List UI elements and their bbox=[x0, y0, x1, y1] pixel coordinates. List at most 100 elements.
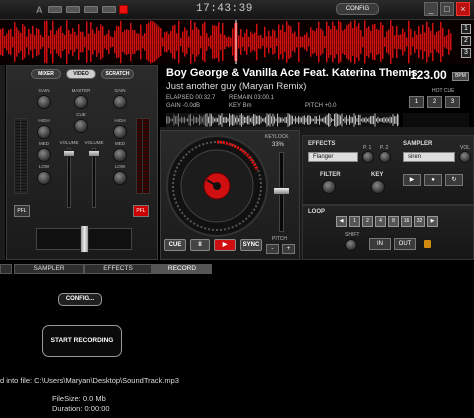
low-knob-right[interactable] bbox=[113, 171, 127, 185]
filter-label: FILTER bbox=[320, 172, 341, 178]
low-knob-left[interactable] bbox=[37, 171, 51, 185]
record-indicator[interactable] bbox=[119, 5, 128, 14]
tab-video[interactable]: VIDEO bbox=[66, 69, 96, 79]
loop-out-button[interactable]: OUT bbox=[394, 238, 416, 250]
effect-p1-knob[interactable] bbox=[362, 151, 374, 163]
cue-mix-knob[interactable] bbox=[74, 119, 88, 133]
record-config-button[interactable]: CONFIG... bbox=[58, 293, 102, 306]
pitch-label: PITCH bbox=[272, 236, 287, 242]
tab-scratch[interactable]: SCRATCH bbox=[101, 69, 134, 79]
loop-panel bbox=[302, 205, 474, 260]
jog-wheel-graphic bbox=[166, 135, 268, 237]
pfl-right-button[interactable]: PFL bbox=[133, 205, 149, 217]
record-duration: Duration: 0:00:00 bbox=[52, 404, 110, 413]
high-knob-left[interactable] bbox=[37, 125, 51, 139]
pause-button[interactable]: II bbox=[190, 239, 210, 251]
effect-select[interactable]: Flanger bbox=[308, 152, 358, 162]
sampler-label: SAMPLER bbox=[403, 141, 433, 147]
zoom-2-button[interactable]: 2 bbox=[461, 36, 471, 46]
hot-cue-2-button[interactable]: 2 bbox=[427, 96, 442, 108]
sampler-vol-knob[interactable] bbox=[459, 151, 471, 163]
hot-cue-1-button[interactable]: 1 bbox=[409, 96, 424, 108]
key-knob[interactable] bbox=[371, 180, 385, 194]
loop-32-button[interactable]: 32 bbox=[414, 216, 425, 227]
sampler-select[interactable]: siren bbox=[403, 152, 455, 162]
crossfader[interactable] bbox=[80, 225, 89, 253]
sampler-loop-button[interactable]: ↻ bbox=[445, 174, 463, 186]
tab-record[interactable]: RECORD bbox=[152, 264, 212, 274]
tab-sampler[interactable]: SAMPLER bbox=[14, 264, 84, 274]
start-recording-button[interactable]: START RECORDING bbox=[42, 325, 122, 357]
pitch-minus-button[interactable]: - bbox=[266, 244, 279, 254]
low-label-left: LOW bbox=[38, 164, 50, 169]
lock-icon[interactable] bbox=[424, 240, 431, 248]
tab-effects[interactable]: EFFECTS bbox=[84, 264, 152, 274]
key-readout: KEY Bm bbox=[229, 103, 252, 109]
sampler-play-button[interactable]: ▶ bbox=[403, 174, 421, 186]
master-label: MASTER bbox=[71, 88, 91, 93]
clock: 17:43:39 bbox=[196, 3, 253, 15]
deck-b-bar-1[interactable] bbox=[84, 6, 98, 13]
loop-4-button[interactable]: 4 bbox=[375, 216, 386, 227]
key-label: KEY bbox=[371, 172, 384, 178]
pfl-left-button[interactable]: PFL bbox=[14, 205, 30, 217]
gain-readout: GAIN -0.0dB bbox=[166, 103, 201, 109]
keylock-value: 33% bbox=[272, 142, 285, 148]
cue-button[interactable]: CUE bbox=[164, 239, 186, 251]
volume-label-left: VOLUME bbox=[59, 140, 79, 145]
gain-knob-left[interactable] bbox=[37, 95, 51, 109]
track-subtitle: Just another guy (Maryan Remix) bbox=[166, 81, 307, 92]
volume-fader-track-right bbox=[92, 148, 96, 208]
filter-knob[interactable] bbox=[322, 180, 336, 194]
high-knob-right[interactable] bbox=[113, 125, 127, 139]
jog-wheel[interactable] bbox=[165, 134, 269, 238]
master-knob[interactable] bbox=[74, 95, 88, 109]
zoom-1-button[interactable]: 1 bbox=[461, 24, 471, 34]
hot-cue-3-button[interactable]: 3 bbox=[445, 96, 460, 108]
volume-fader-left[interactable] bbox=[63, 150, 75, 157]
zoom-3-button[interactable]: 3 bbox=[461, 48, 471, 58]
minimize-button[interactable]: _ bbox=[424, 2, 438, 16]
loop-shift-knob[interactable] bbox=[345, 239, 357, 251]
deck-a-bar-1[interactable] bbox=[48, 6, 62, 13]
pitch-plus-button[interactable]: + bbox=[282, 244, 295, 254]
volume-fader-right[interactable] bbox=[88, 150, 100, 157]
med-knob-right[interactable] bbox=[113, 148, 127, 162]
sampler-record-button[interactable]: ● bbox=[424, 174, 442, 186]
waveform-graphic bbox=[0, 20, 452, 64]
shift-label: SHIFT bbox=[345, 232, 360, 238]
keylock-label: KEYLOCK bbox=[265, 134, 289, 140]
effect-select-value: Flanger bbox=[313, 154, 334, 160]
gain-label-left: GAIN bbox=[38, 88, 50, 93]
loop-in-button[interactable]: IN bbox=[369, 238, 391, 250]
loop-1-button[interactable]: 1 bbox=[349, 216, 360, 227]
waveform-display[interactable] bbox=[0, 20, 474, 64]
loop-half-button[interactable]: ◀ bbox=[336, 216, 347, 227]
deck-a-bar-2[interactable] bbox=[66, 6, 80, 13]
pitch-slider[interactable] bbox=[273, 187, 290, 195]
vu-meter-left-2 bbox=[20, 118, 28, 194]
loop-16-button[interactable]: 16 bbox=[401, 216, 412, 227]
bpm-button[interactable]: BPM bbox=[452, 72, 469, 81]
close-button[interactable]: × bbox=[456, 2, 470, 16]
loop-8-button[interactable]: 8 bbox=[388, 216, 399, 227]
loop-2-button[interactable]: 2 bbox=[362, 216, 373, 227]
maximize-button[interactable]: □ bbox=[440, 2, 454, 16]
loop-double-button[interactable]: ▶ bbox=[427, 216, 438, 227]
hot-cue-label: HOT CUE bbox=[432, 88, 455, 94]
gain-knob-right[interactable] bbox=[113, 95, 127, 109]
remain-time[interactable]: REMAIN 03:00.1 bbox=[229, 95, 274, 101]
med-label-right: MED bbox=[115, 141, 125, 146]
deck-b-bar-2[interactable] bbox=[102, 6, 116, 13]
med-knob-left[interactable] bbox=[37, 148, 51, 162]
effect-p2-knob[interactable] bbox=[379, 151, 391, 163]
config-button[interactable]: CONFIG bbox=[336, 3, 379, 15]
track-artist-title: Boy George & Vanilla Ace Feat. Katerina … bbox=[166, 67, 418, 79]
elapsed-time[interactable]: ELAPSED 00:32.7 bbox=[166, 95, 215, 101]
loop-label: LOOP bbox=[308, 209, 326, 215]
track-overview-waveform[interactable] bbox=[166, 113, 400, 127]
play-button[interactable]: ▶ bbox=[214, 239, 236, 251]
high-label-right: HIGH bbox=[114, 118, 126, 123]
sync-button[interactable]: SYNC bbox=[240, 239, 262, 251]
tab-mixer[interactable]: MIXER bbox=[31, 69, 61, 79]
